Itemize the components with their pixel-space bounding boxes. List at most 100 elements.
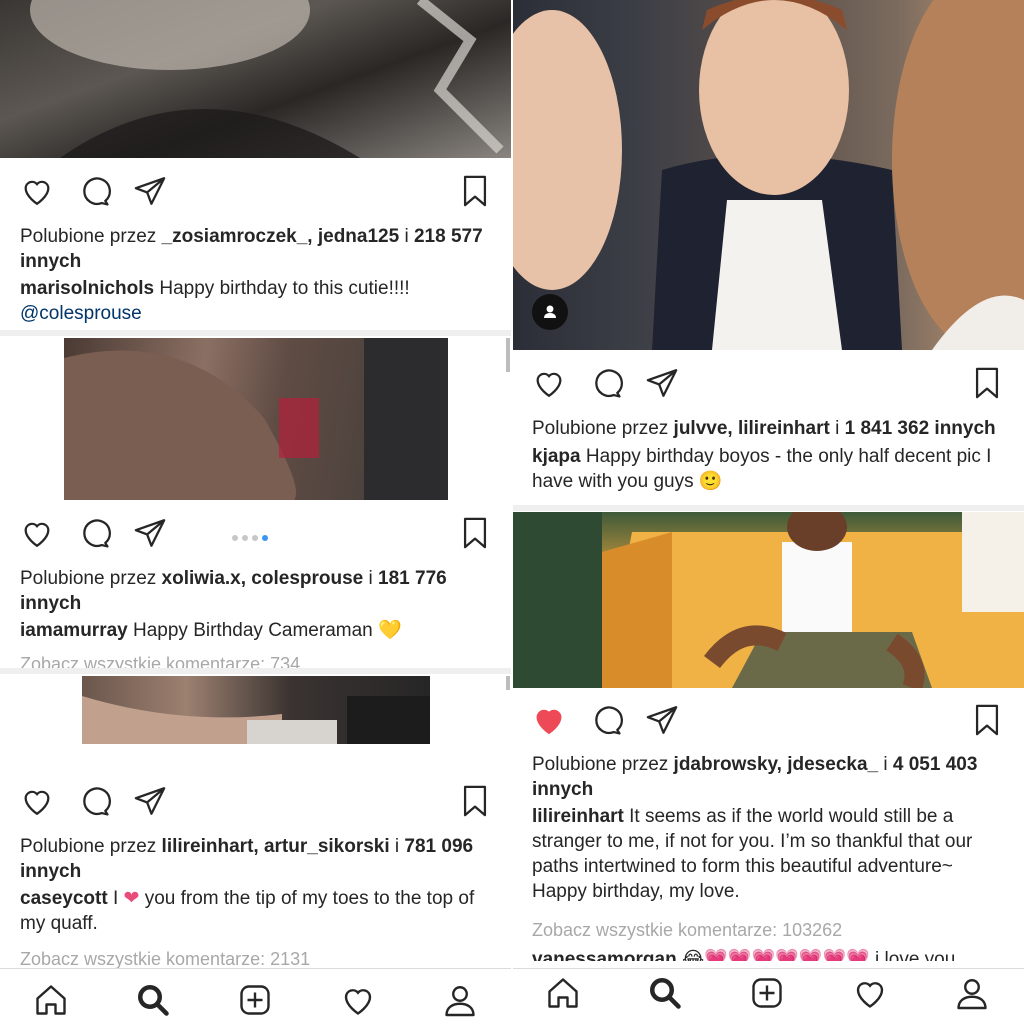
pink-heart-icon: ❤ — [123, 888, 140, 909]
caption: marisolnichols Happy birthday to this cu… — [20, 276, 492, 326]
likes-suffix[interactable]: innych — [20, 593, 81, 614]
likes-users[interactable]: jdabrowsky, jdesecka_ — [674, 754, 879, 775]
heart-filled-icon[interactable] — [532, 703, 566, 737]
bookmark-icon[interactable] — [458, 784, 492, 818]
send-icon[interactable] — [645, 366, 679, 400]
caption-text: Happy birthday boyos - the only half dec… — [532, 446, 992, 492]
photo-shapes — [82, 696, 430, 744]
heart-icon[interactable] — [532, 366, 566, 400]
likes-mid: i — [363, 568, 379, 589]
post-actions — [512, 699, 1024, 739]
tagged-users-badge[interactable] — [532, 294, 568, 330]
send-icon[interactable] — [133, 516, 167, 550]
post-photo[interactable] — [0, 0, 512, 158]
likes-prefix: Polubione przez — [20, 226, 162, 247]
send-icon[interactable] — [133, 784, 167, 818]
right-screenshot: Polubione przez julvve, lilireinhart i 1… — [512, 0, 1024, 1024]
likes-line: Polubione przez _zosiamroczek_, jedna125… — [20, 224, 492, 274]
next-comment: vanessamorgan 😂💗💗💗💗💗💗💗 i love you — [532, 947, 1004, 961]
caption-username[interactable]: kjapa — [532, 446, 581, 467]
profile-icon[interactable] — [442, 982, 478, 1018]
post-photo[interactable] — [512, 0, 1024, 350]
bookmark-icon[interactable] — [970, 366, 1004, 400]
likes-prefix: Polubione przez — [532, 754, 674, 775]
smile-emoji-icon: 🙂 — [698, 471, 723, 492]
likes-count[interactable]: 4 051 403 — [893, 754, 978, 775]
user-tag-icon — [544, 305, 556, 318]
likes-mid: i — [399, 226, 414, 247]
mention-link[interactable]: @colesprouse — [20, 303, 142, 324]
likes-users[interactable]: julvve, lilireinhart — [674, 418, 830, 439]
home-icon[interactable] — [33, 982, 69, 1018]
scroll-indicator — [506, 676, 510, 690]
likes-suffix[interactable]: innych — [20, 251, 81, 272]
profile-icon[interactable] — [954, 975, 990, 1011]
heart-icon[interactable] — [20, 784, 54, 818]
comment-icon[interactable] — [589, 703, 623, 737]
heart-icon[interactable] — [20, 516, 54, 550]
comment-icon[interactable] — [77, 516, 111, 550]
likes-count[interactable]: 781 096 — [404, 836, 473, 857]
caption-username[interactable]: lilireinhart — [532, 806, 624, 827]
likes-prefix: Polubione przez — [20, 836, 162, 857]
likes-line: Polubione przez lilireinhart, artur_siko… — [20, 834, 492, 884]
caption-text: Happy birthday to this cutie!!!! — [154, 278, 410, 299]
yellow-heart-icon: 💛 — [378, 620, 402, 641]
post-actions — [512, 362, 1024, 402]
activity-heart-icon[interactable] — [852, 975, 888, 1011]
bottom-nav — [0, 968, 512, 1024]
caption: caseycott I ❤ you from the tip of my toe… — [20, 886, 492, 936]
likes-users[interactable]: lilireinhart, artur_sikorski — [162, 836, 390, 857]
photo-shapes — [512, 512, 1024, 688]
likes-mid: i — [389, 836, 405, 857]
likes-prefix: Polubione przez — [532, 418, 674, 439]
post-separator — [512, 505, 1024, 511]
caption-username[interactable]: marisolnichols — [20, 278, 154, 299]
likes-line: Polubione przez julvve, lilireinhart i 1… — [532, 416, 1004, 441]
bookmark-icon[interactable] — [970, 703, 1004, 737]
photo-shapes — [512, 0, 1024, 350]
post-photo[interactable] — [82, 676, 430, 744]
likes-suffix[interactable]: innych — [532, 779, 593, 800]
bookmark-icon[interactable] — [458, 174, 492, 208]
photo-shapes — [64, 338, 448, 500]
caption-username[interactable]: caseycott — [20, 888, 108, 909]
comment-text: 😂💗💗💗💗💗💗💗 i love you — [676, 949, 956, 961]
likes-users[interactable]: xoliwia.x, colesprouse — [162, 568, 364, 589]
left-screenshot: Polubione przez _zosiamroczek_, jedna125… — [0, 0, 512, 1024]
post-actions — [0, 780, 512, 820]
likes-suffix[interactable]: innych — [20, 861, 81, 882]
add-post-icon[interactable] — [749, 975, 785, 1011]
likes-users[interactable]: _zosiamroczek_, jedna125 — [162, 226, 400, 247]
likes-count[interactable]: 1 841 362 innych — [845, 418, 996, 439]
screenshot-divider — [511, 0, 513, 1024]
comment-icon[interactable] — [77, 784, 111, 818]
post-photo[interactable] — [512, 512, 1024, 688]
activity-heart-icon[interactable] — [340, 982, 376, 1018]
send-icon[interactable] — [133, 174, 167, 208]
likes-count[interactable]: 181 776 — [378, 568, 447, 589]
comment-icon[interactable] — [589, 366, 623, 400]
send-icon[interactable] — [645, 703, 679, 737]
view-all-comments[interactable]: Zobacz wszystkie komentarze: 103262 — [532, 918, 1004, 943]
bookmark-icon[interactable] — [458, 516, 492, 550]
caption: iamamurray Happy Birthday Cameraman 💛 — [20, 618, 492, 643]
home-icon[interactable] — [545, 975, 581, 1011]
likes-mid: i — [878, 754, 893, 775]
comment-icon[interactable] — [77, 174, 111, 208]
caption-text: I — [107, 888, 124, 909]
post-separator — [0, 330, 512, 336]
search-icon[interactable] — [135, 982, 171, 1018]
caption: lilireinhart It seems as if the world wo… — [532, 804, 1004, 904]
search-icon[interactable] — [647, 975, 683, 1011]
likes-count[interactable]: 218 577 — [414, 226, 483, 247]
likes-line: Polubione przez jdabrowsky, jdesecka_ i … — [532, 752, 1004, 802]
likes-mid: i — [829, 418, 845, 439]
carousel-dots — [232, 528, 272, 546]
comment-username[interactable]: vanessamorgan — [532, 949, 677, 961]
post-photo[interactable] — [64, 338, 448, 500]
caption-text: Happy Birthday Cameraman — [127, 620, 379, 641]
heart-icon[interactable] — [20, 174, 54, 208]
add-post-icon[interactable] — [237, 982, 273, 1018]
caption-username[interactable]: iamamurray — [20, 620, 128, 641]
